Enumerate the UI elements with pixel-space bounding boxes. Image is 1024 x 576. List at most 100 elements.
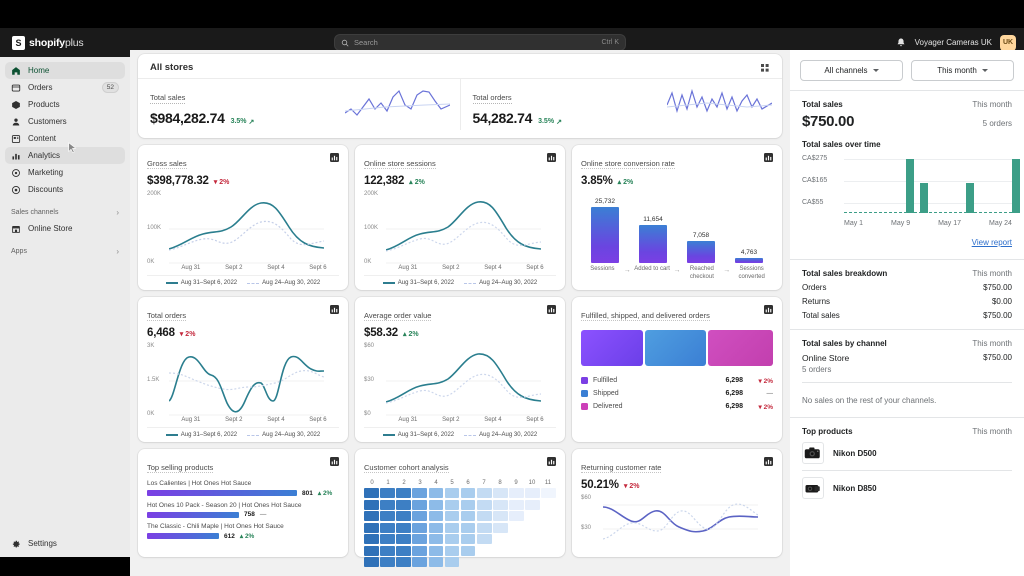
shopify-admin-screen: S shopifyplus Search Ctrl K Voyager Came… [0, 0, 1024, 576]
list-item: Fulfilled 6,298 ▾ 2% [581, 374, 773, 387]
gridline [844, 203, 1012, 204]
cohort-cell [380, 534, 395, 544]
product-value: 801 [302, 489, 313, 497]
cohort-cell [412, 557, 427, 567]
line-chart [603, 503, 758, 540]
sidebar-item-discounts[interactable]: Discounts [5, 181, 125, 198]
cohort-cell [364, 557, 379, 567]
cohort-cell [364, 488, 379, 498]
chart-type-icon[interactable] [330, 305, 339, 314]
avatar[interactable]: UK [1000, 34, 1016, 51]
sparkline-total-orders [667, 88, 772, 114]
funnel-bar [686, 241, 716, 263]
sidebar-item-home[interactable]: Home [5, 62, 125, 79]
y-tick: CA$275 [802, 155, 828, 162]
chart-type-icon[interactable] [764, 153, 773, 162]
sidebar-item-customers[interactable]: Customers [5, 113, 125, 130]
cohort-cell [476, 522, 492, 533]
all-stores-card: All stores Total sales $984,282.74 3.5% … [138, 54, 782, 138]
cohort-cell [493, 557, 508, 567]
legend-swatch [581, 390, 588, 397]
chart-type-icon[interactable] [330, 457, 339, 466]
cohort-cell [460, 499, 476, 510]
row-label: Returns [802, 297, 831, 306]
total-sales-section: Total sales This month $750.00 5 orders … [790, 90, 1024, 259]
bell-icon[interactable] [895, 37, 907, 49]
cohort-cell [476, 511, 492, 521]
list-item: Los Calientes | Hot Ones Hot Sauce 801 ▴… [147, 480, 339, 497]
view-report-link[interactable]: View report [972, 238, 1012, 247]
top-products-section: Top products This month Nikon D500 Nikon… [790, 417, 1024, 514]
cohort-cell [428, 522, 444, 533]
card-chart: 200K 100K 0K Aug 31 Sept 2 Sept 4 Sept 6 [147, 191, 339, 271]
sidebar-item-settings[interactable]: Settings [5, 535, 125, 552]
chart-type-icon[interactable] [330, 153, 339, 162]
x-tick: Sept 2 [225, 417, 243, 423]
x-tick: May 9 [891, 220, 911, 227]
x-axis: Aug 31 Sept 2 Sept 4 Sept 6 [364, 265, 556, 271]
date-filter-button[interactable]: This month [911, 60, 1014, 81]
x-tick: Sept 2 [442, 417, 460, 423]
sidebar-section-sales-channels[interactable]: Sales channels › [5, 204, 125, 220]
cohort-col: 1 [386, 480, 390, 486]
sales-breakdown-section: Total sales breakdown This month Orders … [790, 259, 1024, 329]
chart-type-icon[interactable] [764, 305, 773, 314]
stack-segment-shipped [644, 330, 707, 366]
funnel-bar [638, 225, 668, 263]
all-stores-title: All stores [150, 62, 194, 73]
cohort-cell [525, 557, 540, 567]
cohort-cell [461, 557, 476, 567]
sidebar-item-products[interactable]: Products [5, 96, 125, 113]
sales-channels-label: Sales channels [11, 208, 59, 216]
list-item: The Classic - Chili Maple | Hot Ones Hot… [147, 523, 339, 540]
chart-type-icon[interactable] [547, 457, 556, 466]
chart-legend: Aug 31–Sept 6, 2022 Aug 24–Aug 30, 2022 [147, 427, 339, 438]
sidebar-item-orders[interactable]: Orders 52 [5, 79, 125, 96]
funnel-label: Sessions converted [738, 266, 765, 280]
cohort-cell [412, 522, 427, 533]
funnel-step: 4,763 [725, 193, 773, 263]
cohort-cell [380, 511, 395, 521]
legend-swatch [165, 434, 178, 436]
arrow-icon: → [623, 267, 631, 274]
row-delta: ▾ 2% [758, 403, 773, 411]
store-name[interactable]: Voyager Cameras UK [915, 38, 992, 47]
logo-wordmark: shopifyplus [29, 36, 84, 49]
orders-icon [11, 84, 21, 91]
section-period: This month [972, 339, 1012, 348]
product-thumbnail [802, 442, 824, 464]
search-placeholder: Search [354, 38, 378, 47]
sidebar-item-marketing[interactable]: Marketing [5, 164, 125, 181]
search-input[interactable]: Search Ctrl K [334, 34, 626, 51]
cohort-cell [444, 522, 460, 533]
cohort-cell [509, 534, 524, 544]
gridline [844, 159, 1012, 160]
cohort-col: 2 [402, 480, 406, 486]
sidebar-section-apps[interactable]: Apps › [5, 243, 125, 259]
y-tick: 200K [147, 191, 162, 197]
panel-filters: All channels This month [790, 50, 1024, 90]
chart-legend: Aug 31–Sept 6, 2022 Aug 24–Aug 30, 2022 [364, 427, 556, 438]
list-item[interactable]: Nikon D500 [802, 436, 1012, 470]
shopify-plus-logo[interactable]: S shopifyplus [12, 35, 122, 50]
cohort-cell [509, 557, 524, 567]
cohort-row [364, 522, 556, 533]
chart-type-icon[interactable] [547, 153, 556, 162]
no-sales-note: No sales on the rest of your channels. [802, 396, 937, 405]
x-tick: Aug 31 [181, 417, 201, 423]
cohort-cell [428, 545, 444, 556]
list-item[interactable]: Nikon D850 [802, 470, 1012, 505]
sidebar-footer: Settings [0, 535, 130, 552]
chart-type-icon[interactable] [547, 305, 556, 314]
product-value: 758 [244, 511, 255, 518]
cohort-cell [444, 557, 460, 567]
sidebar-item-label: Orders [28, 83, 53, 92]
sidebar-item-analytics[interactable]: Analytics [5, 147, 125, 164]
grid-icon[interactable] [760, 63, 770, 73]
line-chart [169, 355, 324, 416]
chart-type-icon[interactable] [764, 457, 773, 466]
channel-filter-button[interactable]: All channels [800, 60, 903, 81]
sidebar-item-content[interactable]: Content [5, 130, 125, 147]
cohort-cell [493, 522, 508, 533]
sidebar-item-online-store[interactable]: Online Store [5, 220, 125, 237]
